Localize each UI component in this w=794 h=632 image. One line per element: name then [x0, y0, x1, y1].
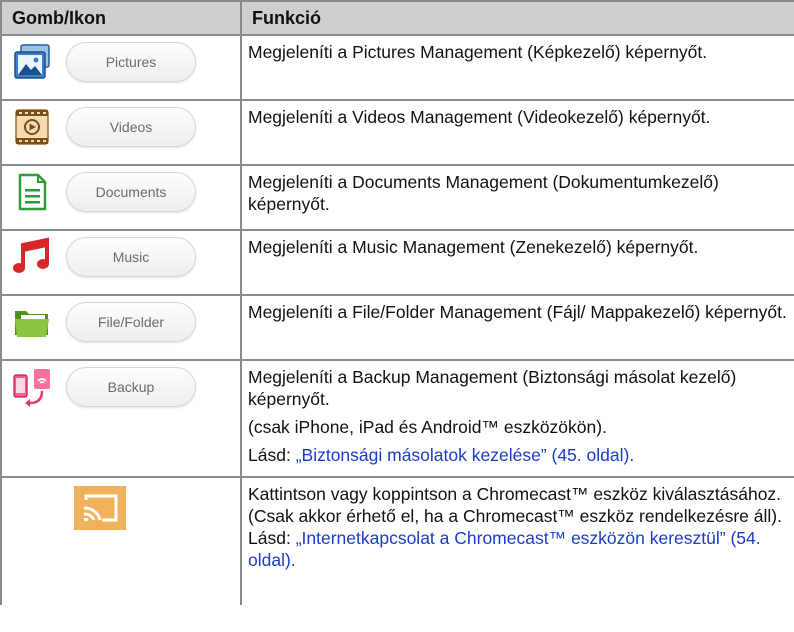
backup-button[interactable]: Backup: [66, 367, 196, 407]
chromecast-internet-link[interactable]: „Internetkapcsolat a Chromecast™ eszközö…: [248, 528, 761, 570]
see-also: Lásd: „Biztonsági másolatok kezelése” (4…: [248, 444, 788, 466]
chromecast-button[interactable]: [74, 486, 126, 530]
videos-button[interactable]: Videos: [66, 107, 196, 147]
function-cell: Megjeleníti a Backup Management (Biztons…: [240, 359, 794, 478]
see-label: Lásd:: [248, 528, 296, 548]
table-row: Music Megjeleníti a Music Management (Ze…: [0, 229, 794, 296]
see-also: Lásd: „Internetkapcsolat a Chromecast™ e…: [248, 527, 788, 571]
see-label: Lásd:: [248, 445, 296, 465]
function-text: Megjeleníti a Documents Management (Doku…: [248, 172, 719, 214]
function-text: Megjeleníti a Videos Management (Videoke…: [248, 107, 711, 127]
header-function: Funkció: [240, 0, 794, 36]
table-row: Kattintson vagy koppintson a Chromecast™…: [0, 476, 794, 605]
function-text: Kattintson vagy koppintson a Chromecast™…: [248, 484, 782, 526]
header-button-icon: Gomb/Ikon: [0, 0, 242, 36]
function-cell: Megjeleníti a File/Folder Management (Fá…: [240, 294, 794, 361]
folder-icon: [15, 311, 49, 337]
music-button[interactable]: Music: [66, 237, 196, 277]
chromecast-icon: [83, 494, 118, 522]
table-header-row: Gomb/Ikon Funkció: [0, 0, 794, 36]
backup-icon: [13, 369, 50, 407]
table-row: Documents Megjeleníti a Documents Manage…: [0, 164, 794, 231]
pictures-icon: [14, 44, 50, 79]
function-cell: Megjeleníti a Documents Management (Doku…: [240, 164, 794, 231]
file-folder-button[interactable]: File/Folder: [66, 302, 196, 342]
function-cell: Kattintson vagy koppintson a Chromecast™…: [240, 476, 794, 605]
button-icon-table: Gomb/Ikon Funkció Pictures Megjeleníti a…: [0, 0, 794, 605]
music-icon: [13, 237, 49, 273]
documents-icon: [18, 173, 47, 211]
table-row: Videos Megjeleníti a Videos Management (…: [0, 99, 794, 166]
videos-icon: [15, 109, 49, 145]
function-cell: Megjeleníti a Videos Management (Videoke…: [240, 99, 794, 166]
function-text: Megjeleníti a File/Folder Management (Fá…: [248, 302, 787, 322]
function-cell: Megjeleníti a Music Management (Zenekeze…: [240, 229, 794, 296]
table-row: File/Folder Megjeleníti a File/Folder Ma…: [0, 294, 794, 361]
backup-management-link[interactable]: „Biztonsági másolatok kezelése” (45. old…: [296, 445, 635, 465]
function-text: Megjeleníti a Backup Management (Biztons…: [248, 367, 737, 409]
function-cell: Megjeleníti a Pictures Management (Képke…: [240, 34, 794, 101]
documents-button[interactable]: Documents: [66, 172, 196, 212]
function-note: (csak iPhone, iPad és Android™ eszközökö…: [248, 417, 607, 437]
table-row: Backup Megjeleníti a Backup Management (…: [0, 359, 794, 478]
pictures-button[interactable]: Pictures: [66, 42, 196, 82]
table-row: Pictures Megjeleníti a Pictures Manageme…: [0, 34, 794, 101]
function-text: Megjeleníti a Music Management (Zenekeze…: [248, 237, 699, 257]
function-text: Megjeleníti a Pictures Management (Képke…: [248, 42, 708, 62]
